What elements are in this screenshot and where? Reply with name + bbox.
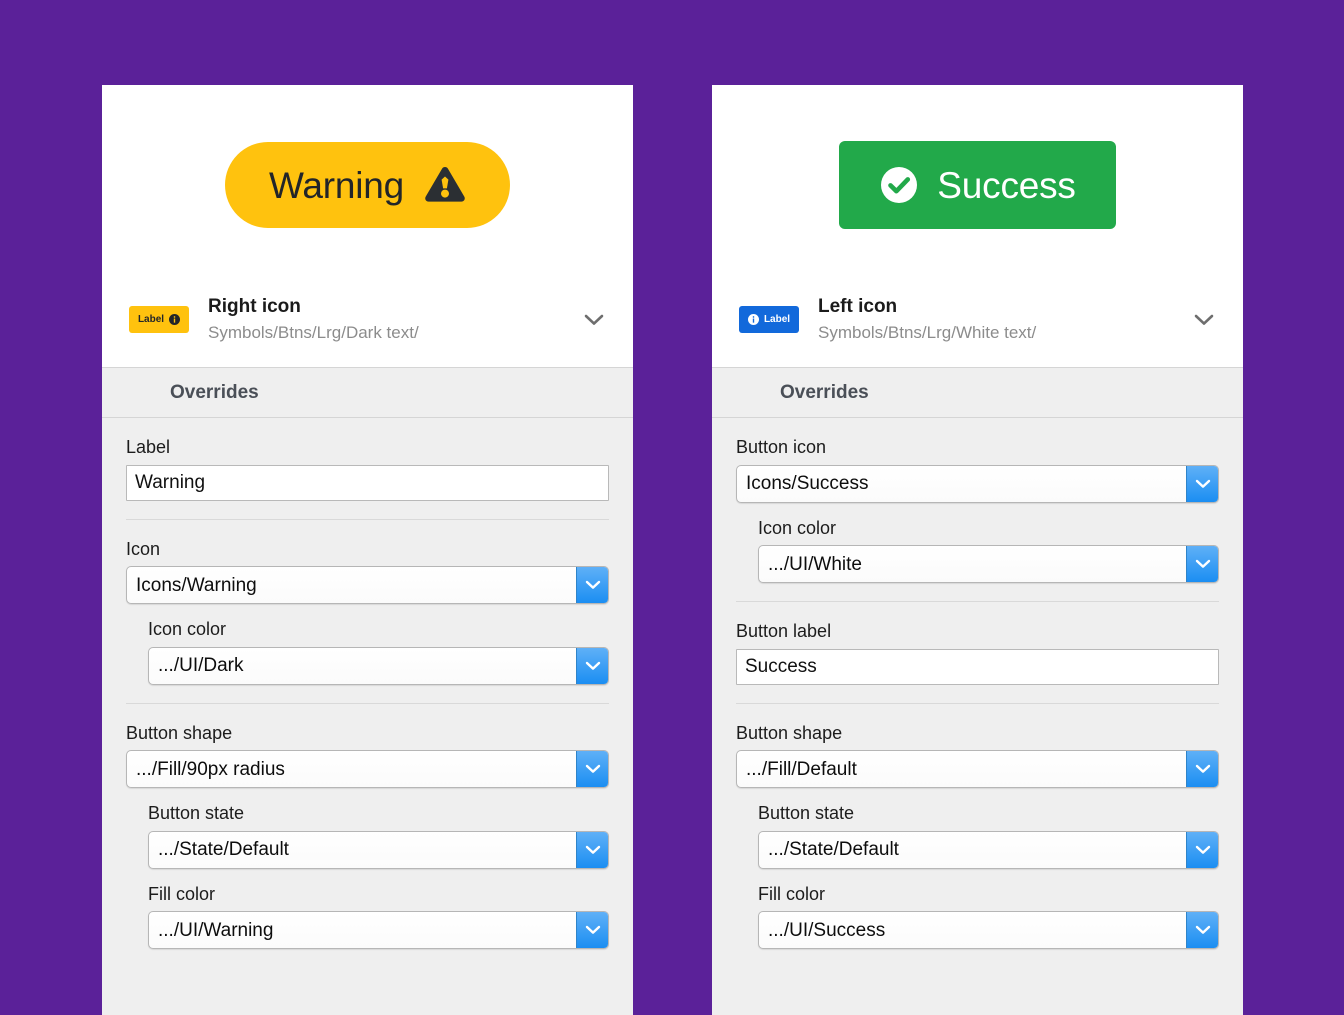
override-group: Button shape .../Fill/Default Button sta…: [736, 702, 1219, 950]
chevron-down-icon[interactable]: [576, 751, 608, 788]
override-group: Button shape .../Fill/90px radius Button…: [126, 702, 609, 950]
select-value: Icons/Warning: [136, 574, 257, 596]
chevron-down-icon[interactable]: [1186, 912, 1218, 949]
fill-color-select[interactable]: .../UI/Success: [758, 911, 1219, 950]
chevron-down-icon[interactable]: [576, 912, 608, 949]
select-value: .../Fill/90px radius: [136, 758, 285, 780]
button-icon-select[interactable]: Icons/Success: [736, 464, 1219, 503]
override-group: Label Warning: [126, 418, 609, 501]
symbol-header-row-left[interactable]: Label Right icon Symbols/Btns/Lrg/Dark t…: [102, 285, 633, 367]
field-label: Fill color: [148, 883, 216, 904]
screen-background: Warning Label Right icon Symbols/Btns/Lr…: [0, 0, 1344, 1015]
symbol-text-left: Right icon Symbols/Btns/Lrg/Dark text/: [208, 295, 567, 345]
inspector-panel-left: Warning Label Right icon Symbols/Btns/Lr…: [102, 85, 633, 1015]
chevron-down-icon[interactable]: [576, 647, 608, 684]
symbol-text-right: Left icon Symbols/Btns/Lrg/White text/: [818, 295, 1177, 345]
button-label-input[interactable]: Success: [736, 648, 1219, 685]
symbol-preview-left: Warning: [102, 85, 633, 285]
symbol-thumbnail-left: Label: [126, 306, 192, 334]
symbol-header-row-right[interactable]: Label Left icon Symbols/Btns/Lrg/White t…: [712, 285, 1243, 367]
select-value: .../UI/Warning: [158, 919, 274, 941]
preview-button-label: Warning: [268, 164, 404, 206]
icon-color-select[interactable]: .../UI/Dark: [148, 646, 609, 685]
warning-triangle-icon: [424, 166, 466, 204]
symbol-name: Right icon: [208, 296, 301, 317]
field-icon: Icon Icons/Warning: [126, 538, 609, 605]
override-group: Button label Success: [736, 601, 1219, 685]
check-circle-icon: [879, 165, 919, 205]
select-value: .../State/Default: [158, 839, 289, 861]
field-button-shape: Button shape .../Fill/90px radius: [126, 722, 609, 789]
info-circle-icon: [747, 314, 759, 326]
symbol-thumbnail-right: Label: [736, 306, 802, 334]
field-label: Button shape: [126, 722, 233, 743]
field-label: Button shape: [736, 722, 843, 743]
button-state-select[interactable]: .../State/Default: [148, 830, 609, 869]
chevron-down-icon[interactable]: [1193, 314, 1219, 326]
chevron-down-icon[interactable]: [576, 831, 608, 868]
overrides-title: Overrides: [780, 381, 869, 403]
field-button-label: Button label Success: [736, 620, 1219, 685]
field-label: Button state: [148, 803, 245, 824]
select-value: .../UI/Success: [768, 919, 886, 941]
override-group: Button icon Icons/Success Icon color ...…: [736, 418, 1219, 584]
select-value: Icons/Success: [746, 473, 869, 495]
icon-color-select[interactable]: .../UI/White: [758, 545, 1219, 584]
chevron-down-icon[interactable]: [583, 314, 609, 326]
fill-color-select[interactable]: .../UI/Warning: [148, 911, 609, 950]
field-label: Label: [126, 437, 171, 458]
field-icon-color: Icon color .../UI/White: [736, 517, 1219, 584]
button-shape-select[interactable]: .../Fill/Default: [736, 750, 1219, 789]
chevron-down-icon[interactable]: [1186, 751, 1218, 788]
chip-warning: Label: [128, 306, 190, 334]
symbol-path: Symbols/Btns/Lrg/Dark text/: [208, 322, 419, 342]
inspector-panel-right: Success Label Left icon Symbols/Btns/Lrg…: [712, 85, 1243, 1015]
button-shape-select[interactable]: .../Fill/90px radius: [126, 750, 609, 789]
chip-label: Label: [137, 313, 165, 325]
preview-button-label: Success: [937, 164, 1076, 206]
select-value: .../UI/White: [768, 553, 862, 575]
field-button-state: Button state .../State/Default: [126, 802, 609, 869]
field-label: Button icon: [736, 437, 827, 458]
override-group: Icon Icons/Warning Icon color .../UI/Dar…: [126, 518, 609, 685]
chevron-down-icon[interactable]: [1186, 546, 1218, 583]
label-input[interactable]: Warning: [126, 464, 609, 501]
overrides-form-right: Button icon Icons/Success Icon color ...…: [712, 418, 1243, 1015]
field-label-text: Label Warning: [126, 436, 609, 501]
field-button-icon: Button icon Icons/Success: [736, 436, 1219, 503]
overrides-title: Overrides: [170, 381, 259, 403]
select-value: .../State/Default: [768, 839, 899, 861]
chip-success: Label: [738, 306, 800, 334]
field-label: Button state: [758, 803, 855, 824]
overrides-header-right: Overrides: [712, 366, 1243, 419]
preview-button-success[interactable]: Success: [839, 141, 1116, 229]
field-label: Button label: [736, 621, 832, 642]
field-label: Icon color: [148, 619, 227, 640]
icon-select[interactable]: Icons/Warning: [126, 566, 609, 605]
field-label: Fill color: [758, 883, 826, 904]
field-fill-color: Fill color .../UI/Success: [736, 883, 1219, 950]
chip-label: Label: [763, 313, 791, 325]
chevron-down-icon[interactable]: [1186, 831, 1218, 868]
symbol-preview-right: Success: [712, 85, 1243, 285]
overrides-form-left: Label Warning Icon Icons/Warning Icon co…: [102, 418, 633, 1015]
select-value: .../UI/Dark: [158, 655, 244, 677]
chevron-down-icon[interactable]: [1186, 465, 1218, 502]
chevron-down-icon[interactable]: [576, 567, 608, 604]
button-state-select[interactable]: .../State/Default: [758, 830, 1219, 869]
field-button-shape: Button shape .../Fill/Default: [736, 722, 1219, 789]
overrides-header-left: Overrides: [102, 366, 633, 419]
field-label: Icon color: [758, 517, 837, 538]
info-circle-icon: [169, 314, 181, 326]
field-fill-color: Fill color .../UI/Warning: [126, 883, 609, 950]
symbol-name: Left icon: [818, 296, 898, 317]
field-icon-color: Icon color .../UI/Dark: [126, 618, 609, 685]
select-value: .../Fill/Default: [746, 758, 857, 780]
preview-button-warning[interactable]: Warning: [224, 142, 510, 228]
field-label: Icon: [126, 538, 161, 559]
symbol-path: Symbols/Btns/Lrg/White text/: [818, 322, 1037, 342]
field-button-state: Button state .../State/Default: [736, 802, 1219, 869]
